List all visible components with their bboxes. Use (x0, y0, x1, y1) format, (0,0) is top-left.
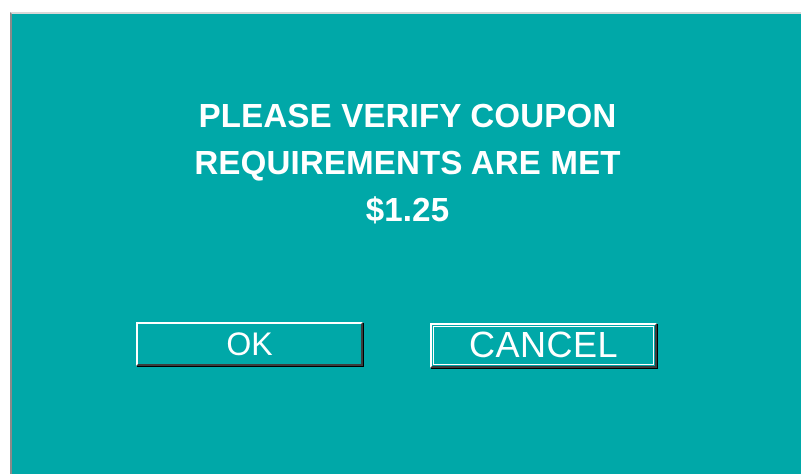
message-line-2: REQUIREMENTS ARE MET (194, 144, 621, 182)
ok-button-label: OK (226, 326, 273, 362)
screen: PLEASE VERIFY COUPON REQUIREMENTS ARE ME… (0, 0, 801, 474)
cancel-button[interactable]: CANCEL (430, 323, 657, 368)
coupon-amount: $1.25 (365, 191, 450, 229)
dialog-message: PLEASE VERIFY COUPON REQUIREMENTS ARE ME… (12, 92, 801, 234)
message-line-1: PLEASE VERIFY COUPON (198, 97, 617, 134)
ok-button[interactable]: OK (136, 322, 363, 366)
cancel-button-label: CANCEL (433, 326, 654, 365)
coupon-verify-dialog: PLEASE VERIFY COUPON REQUIREMENTS ARE ME… (10, 12, 801, 474)
